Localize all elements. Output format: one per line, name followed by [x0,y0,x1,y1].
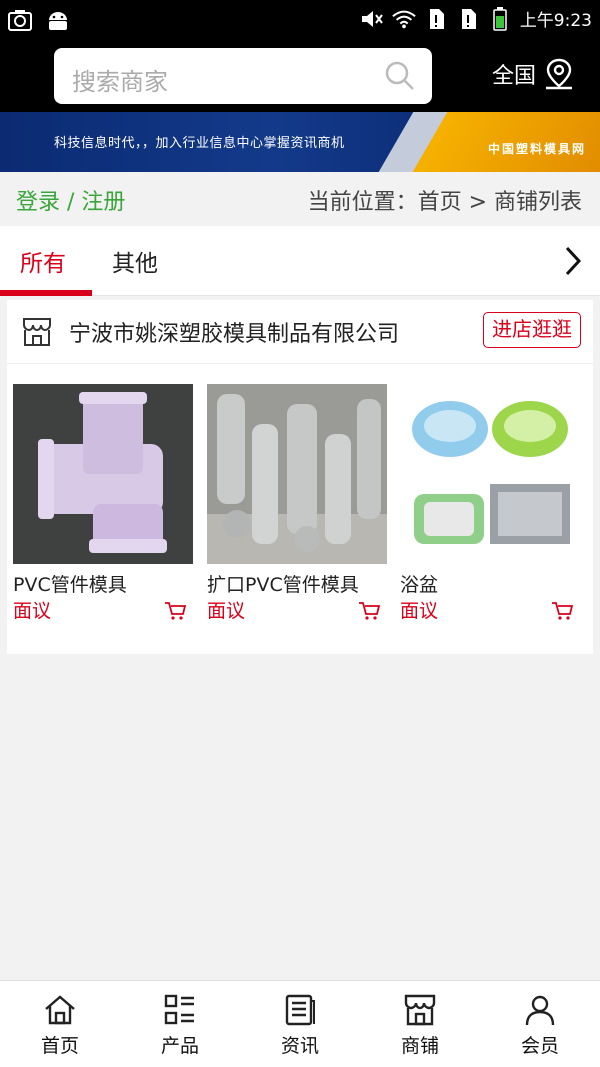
tabbar-label: 会员 [520,1035,559,1057]
status-bar: 上午9:23 [0,0,600,40]
location-pin-icon [546,58,573,90]
product-image[interactable] [13,384,193,564]
location-bar: 登录 / 注册 当前位置：首页 > 商铺列表 [0,172,600,226]
mute-icon [360,7,384,31]
tabbar-label: 产品 [160,1035,199,1057]
wifi-icon [392,7,416,31]
shop-icon [23,318,51,346]
search-placeholder: 搜索商家 [72,68,168,96]
product-name: 浴盆 [400,574,439,596]
promo-banner[interactable]: 科技信息时代，，加入行业信息中心掌握资讯商机 中国塑料模具网 [0,112,600,172]
app-header: 搜索商家 全国 [0,40,600,112]
user-icon [525,995,555,1026]
banner-slogan: 科技信息时代，，加入行业信息中心掌握资讯商机 [54,136,345,151]
search-input[interactable]: 搜索商家 [54,48,432,104]
product-image[interactable] [400,384,580,564]
product-image[interactable] [207,384,387,564]
home-icon [45,995,75,1025]
region-label: 全国 [492,64,537,89]
tab-other[interactable]: 其他 [112,244,158,278]
product-card[interactable]: PVC管件模具 面议 [13,384,194,622]
shop-icon [404,994,436,1026]
shop-card: 宁波市姚深塑胶模具制品有限公司 进店逛逛 PVC管件模具 面议 扩口PVC管件模… [7,300,593,654]
product-price: 面议 [400,600,439,622]
product-card[interactable]: 浴盆 面议 [400,384,581,622]
list-grid-icon [164,994,194,1025]
tabbar-news[interactable]: 资讯 [240,981,360,1067]
product-price: 面议 [13,600,52,622]
cart-icon[interactable] [358,600,380,622]
product-card[interactable]: 扩口PVC管件模具 面议 [207,384,388,622]
tabbar-shops[interactable]: 商铺 [360,981,480,1067]
screenshot-icon [8,8,32,32]
shop-header[interactable]: 宁波市姚深塑胶模具制品有限公司 进店逛逛 [7,300,593,364]
banner-brand: 中国塑料模具网 [487,142,586,156]
region-selector[interactable]: 全国 [492,58,574,90]
cart-icon[interactable] [164,600,186,622]
tabbar-label: 商铺 [400,1035,439,1057]
bottom-tab-bar: 首页 产品 资讯 商铺 会员 [0,980,600,1067]
tab-all[interactable]: 所有 [20,244,66,278]
clock: 上午9:23 [519,11,592,31]
chevron-right-icon[interactable] [560,244,586,278]
visit-shop-button[interactable]: 进店逛逛 [483,312,581,348]
product-name: 扩口PVC管件模具 [207,574,359,596]
product-price: 面议 [207,600,246,622]
login-register-link[interactable]: 登录 / 注册 [16,184,125,216]
tabbar-member[interactable]: 会员 [480,981,600,1067]
tabbar-label: 资讯 [280,1035,319,1057]
battery-icon [488,6,512,31]
cart-icon[interactable] [551,600,573,622]
sim2-icon [456,7,480,31]
news-icon [285,994,315,1026]
android-icon [46,8,70,32]
tabbar-label: 首页 [40,1035,79,1057]
search-icon[interactable] [384,60,416,92]
tabbar-home[interactable]: 首页 [0,981,120,1067]
active-tab-indicator [0,290,92,296]
category-tabs: 所有 其他 [0,226,600,296]
product-name: PVC管件模具 [13,574,127,596]
shop-name[interactable]: 宁波市姚深塑胶模具制品有限公司 [69,316,399,348]
sim1-icon [424,7,448,31]
breadcrumb: 当前位置：首页 > 商铺列表 [307,190,582,215]
tabbar-products[interactable]: 产品 [120,981,240,1067]
